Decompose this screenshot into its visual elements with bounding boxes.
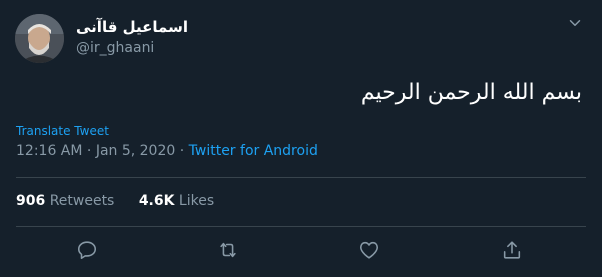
avatar[interactable] [15, 14, 64, 63]
meta-separator: · [82, 143, 96, 159]
meta-separator: · [175, 143, 189, 159]
tweet-text: بسم الله الرحمن الرحیم [360, 80, 582, 105]
share-icon[interactable] [501, 239, 523, 261]
retweets-label: Retweets [49, 193, 115, 209]
retweet-icon[interactable] [217, 239, 239, 261]
display-name[interactable]: اسماعیل قاآنی [76, 18, 188, 36]
divider [16, 226, 586, 227]
tweet-time[interactable]: 12:16 AM [16, 143, 82, 159]
tweet-actions [0, 236, 602, 266]
likes-label: Likes [178, 193, 215, 209]
user-handle[interactable]: @ir_ghaani [76, 40, 154, 56]
tweet-card: اسماعیل قاآنی @ir_ghaani بسم الله الرحمن… [0, 0, 602, 277]
reply-icon[interactable] [76, 239, 98, 261]
tweet-meta: 12:16 AM · Jan 5, 2020 · Twitter for And… [16, 143, 318, 159]
tweet-stats: 906 Retweets 4.6K Likes [16, 193, 214, 209]
tweet-source-link[interactable]: Twitter for Android [189, 143, 318, 159]
translate-tweet-link[interactable]: Translate Tweet [16, 124, 109, 138]
heart-icon[interactable] [358, 239, 380, 261]
retweets-count: 906 [16, 193, 46, 209]
chevron-down-icon[interactable] [566, 14, 584, 32]
likes-stat[interactable]: 4.6K Likes [139, 193, 214, 209]
divider [16, 177, 586, 178]
tweet-date[interactable]: Jan 5, 2020 [96, 143, 175, 159]
likes-count: 4.6K [138, 193, 175, 209]
retweets-stat[interactable]: 906 Retweets [16, 193, 114, 209]
